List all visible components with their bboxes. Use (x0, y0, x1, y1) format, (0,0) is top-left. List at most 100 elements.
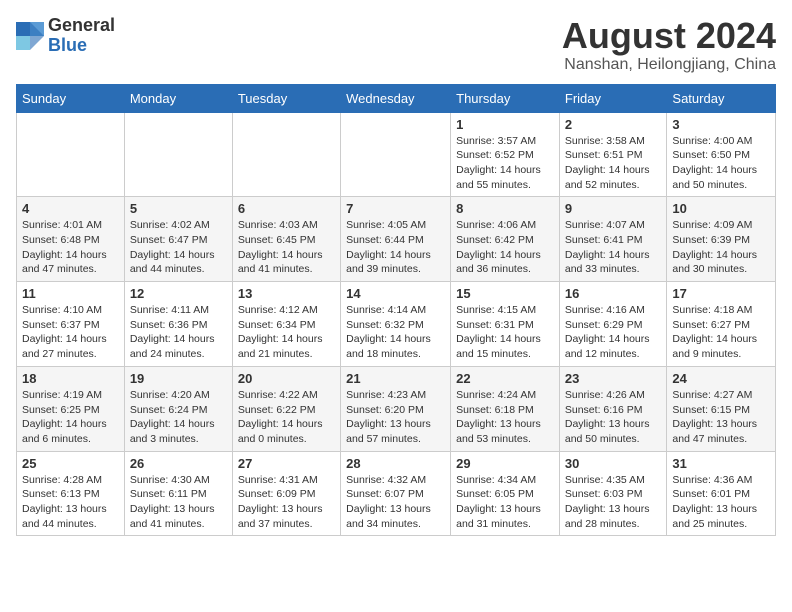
calendar-cell: 30Sunrise: 4:35 AMSunset: 6:03 PMDayligh… (559, 451, 667, 536)
calendar-cell: 21 Sunrise: 4:23 AMSunset: 6:20 PMDayligh… (341, 366, 451, 451)
calendar-week-row: 18 Sunrise: 4:19 AMSunset: 6:25 PMDayligh… (17, 366, 776, 451)
day-info: Sunrise: 4:23 AMSunset: 6:20 PMDaylight:… (346, 388, 445, 447)
day-info: Sunrise: 4:00 AMSunset: 6:50 PMDaylight:… (672, 134, 770, 193)
calendar-week-row: 1 Sunrise: 3:57 AMSunset: 6:52 PMDaylight… (17, 112, 776, 197)
day-info: Sunrise: 4:36 AMSunset: 6:01 PMDaylight:… (672, 473, 770, 532)
subtitle: Nanshan, Heilongjiang, China (562, 56, 776, 74)
day-info: Sunrise: 4:18 AMSunset: 6:27 PMDaylight:… (672, 303, 770, 362)
logo: General Blue (16, 16, 115, 56)
day-info: Sunrise: 4:30 AMSunset: 6:11 PMDaylight:… (130, 473, 227, 532)
day-number: 6 (238, 201, 335, 216)
calendar-cell (124, 112, 232, 197)
calendar-cell: 6 Sunrise: 4:03 AMSunset: 6:45 PMDaylight… (232, 197, 340, 282)
calendar-week-row: 4 Sunrise: 4:01 AMSunset: 6:48 PMDaylight… (17, 197, 776, 282)
day-number: 25 (22, 456, 119, 471)
calendar-cell: 18 Sunrise: 4:19 AMSunset: 6:25 PMDayligh… (17, 366, 125, 451)
day-info: Sunrise: 4:01 AMSunset: 6:48 PMDaylight:… (22, 218, 119, 277)
day-info: Sunrise: 3:57 AMSunset: 6:52 PMDaylight:… (456, 134, 554, 193)
day-number: 11 (22, 286, 119, 301)
day-info: Sunrise: 4:05 AMSunset: 6:44 PMDaylight:… (346, 218, 445, 277)
day-info: Sunrise: 4:31 AMSunset: 6:09 PMDaylight:… (238, 473, 335, 532)
day-number: 21 (346, 371, 445, 386)
calendar-cell: 20Sunrise: 4:22 AMSunset: 6:22 PMDayligh… (232, 366, 340, 451)
day-number: 12 (130, 286, 227, 301)
day-number: 16 (565, 286, 662, 301)
day-number: 24 (672, 371, 770, 386)
day-number: 29 (456, 456, 554, 471)
calendar-day-header: Tuesday (232, 84, 340, 112)
day-number: 5 (130, 201, 227, 216)
calendar-cell: 31 Sunrise: 4:36 AMSunset: 6:01 PMDayligh… (667, 451, 776, 536)
calendar-day-header: Saturday (667, 84, 776, 112)
calendar-cell: 13 Sunrise: 4:12 AMSunset: 6:34 PMDayligh… (232, 282, 340, 367)
day-number: 18 (22, 371, 119, 386)
logo-blue: Blue (48, 36, 115, 56)
day-number: 19 (130, 371, 227, 386)
calendar-body: 1 Sunrise: 3:57 AMSunset: 6:52 PMDaylight… (17, 112, 776, 536)
calendar-cell: 19 Sunrise: 4:20 AMSunset: 6:24 PMDayligh… (124, 366, 232, 451)
calendar-cell: 10 Sunrise: 4:09 AMSunset: 6:39 PMDayligh… (667, 197, 776, 282)
day-number: 3 (672, 117, 770, 132)
logo-general: General (48, 16, 115, 36)
calendar-day-header: Sunday (17, 84, 125, 112)
logo-icon (16, 22, 44, 50)
calendar-header-row: SundayMondayTuesdayWednesdayThursdayFrid… (17, 84, 776, 112)
calendar-day-header: Thursday (451, 84, 560, 112)
day-info: Sunrise: 4:26 AMSunset: 6:16 PMDaylight:… (565, 388, 662, 447)
title-section: August 2024 Nanshan, Heilongjiang, China (562, 16, 776, 74)
day-info: Sunrise: 4:11 AMSunset: 6:36 PMDaylight:… (130, 303, 227, 362)
day-info: Sunrise: 4:12 AMSunset: 6:34 PMDaylight:… (238, 303, 335, 362)
calendar-cell: 12 Sunrise: 4:11 AMSunset: 6:36 PMDayligh… (124, 282, 232, 367)
day-info: Sunrise: 4:10 AMSunset: 6:37 PMDaylight:… (22, 303, 119, 362)
calendar-cell: 29 Sunrise: 4:34 AMSunset: 6:05 PMDayligh… (451, 451, 560, 536)
day-number: 10 (672, 201, 770, 216)
day-info: Sunrise: 4:09 AMSunset: 6:39 PMDaylight:… (672, 218, 770, 277)
day-info: Sunrise: 4:16 AMSunset: 6:29 PMDaylight:… (565, 303, 662, 362)
calendar-cell: 23 Sunrise: 4:26 AMSunset: 6:16 PMDayligh… (559, 366, 667, 451)
calendar-day-header: Friday (559, 84, 667, 112)
day-number: 26 (130, 456, 227, 471)
header: General Blue August 2024 Nanshan, Heilon… (16, 16, 776, 74)
day-number: 4 (22, 201, 119, 216)
day-info: Sunrise: 4:07 AMSunset: 6:41 PMDaylight:… (565, 218, 662, 277)
day-info: Sunrise: 4:32 AMSunset: 6:07 PMDaylight:… (346, 473, 445, 532)
day-info: Sunrise: 4:28 AMSunset: 6:13 PMDaylight:… (22, 473, 119, 532)
day-number: 8 (456, 201, 554, 216)
day-info: Sunrise: 4:35 AMSunset: 6:03 PMDaylight:… (565, 473, 662, 532)
day-info: Sunrise: 4:19 AMSunset: 6:25 PMDaylight:… (22, 388, 119, 447)
calendar-cell (17, 112, 125, 197)
day-info: Sunrise: 4:34 AMSunset: 6:05 PMDaylight:… (456, 473, 554, 532)
day-info: Sunrise: 4:15 AMSunset: 6:31 PMDaylight:… (456, 303, 554, 362)
calendar-cell: 16 Sunrise: 4:16 AMSunset: 6:29 PMDayligh… (559, 282, 667, 367)
day-number: 15 (456, 286, 554, 301)
day-number: 7 (346, 201, 445, 216)
day-info: Sunrise: 4:06 AMSunset: 6:42 PMDaylight:… (456, 218, 554, 277)
day-number: 27 (238, 456, 335, 471)
calendar-cell: 27 Sunrise: 4:31 AMSunset: 6:09 PMDayligh… (232, 451, 340, 536)
day-number: 13 (238, 286, 335, 301)
calendar-day-header: Wednesday (341, 84, 451, 112)
day-number: 23 (565, 371, 662, 386)
calendar-cell: 17Sunrise: 4:18 AMSunset: 6:27 PMDayligh… (667, 282, 776, 367)
calendar-cell: 5 Sunrise: 4:02 AMSunset: 6:47 PMDaylight… (124, 197, 232, 282)
calendar-table: SundayMondayTuesdayWednesdayThursdayFrid… (16, 84, 776, 537)
day-info: Sunrise: 4:03 AMSunset: 6:45 PMDaylight:… (238, 218, 335, 277)
calendar-week-row: 25 Sunrise: 4:28 AMSunset: 6:13 PMDayligh… (17, 451, 776, 536)
day-info: Sunrise: 4:22 AMSunset: 6:22 PMDaylight:… (238, 388, 335, 447)
day-number: 22 (456, 371, 554, 386)
calendar-cell (232, 112, 340, 197)
day-number: 1 (456, 117, 554, 132)
calendar-cell: 24Sunrise: 4:27 AMSunset: 6:15 PMDayligh… (667, 366, 776, 451)
calendar-cell: 1 Sunrise: 3:57 AMSunset: 6:52 PMDaylight… (451, 112, 560, 197)
day-number: 2 (565, 117, 662, 132)
day-number: 31 (672, 456, 770, 471)
day-info: Sunrise: 4:14 AMSunset: 6:32 PMDaylight:… (346, 303, 445, 362)
calendar-cell: 14Sunrise: 4:14 AMSunset: 6:32 PMDayligh… (341, 282, 451, 367)
calendar-cell: 28Sunrise: 4:32 AMSunset: 6:07 PMDayligh… (341, 451, 451, 536)
calendar-cell: 8 Sunrise: 4:06 AMSunset: 6:42 PMDaylight… (451, 197, 560, 282)
calendar-cell: 11 Sunrise: 4:10 AMSunset: 6:37 PMDayligh… (17, 282, 125, 367)
day-info: Sunrise: 4:20 AMSunset: 6:24 PMDaylight:… (130, 388, 227, 447)
calendar-cell: 4 Sunrise: 4:01 AMSunset: 6:48 PMDaylight… (17, 197, 125, 282)
calendar-cell (341, 112, 451, 197)
day-info: Sunrise: 4:02 AMSunset: 6:47 PMDaylight:… (130, 218, 227, 277)
